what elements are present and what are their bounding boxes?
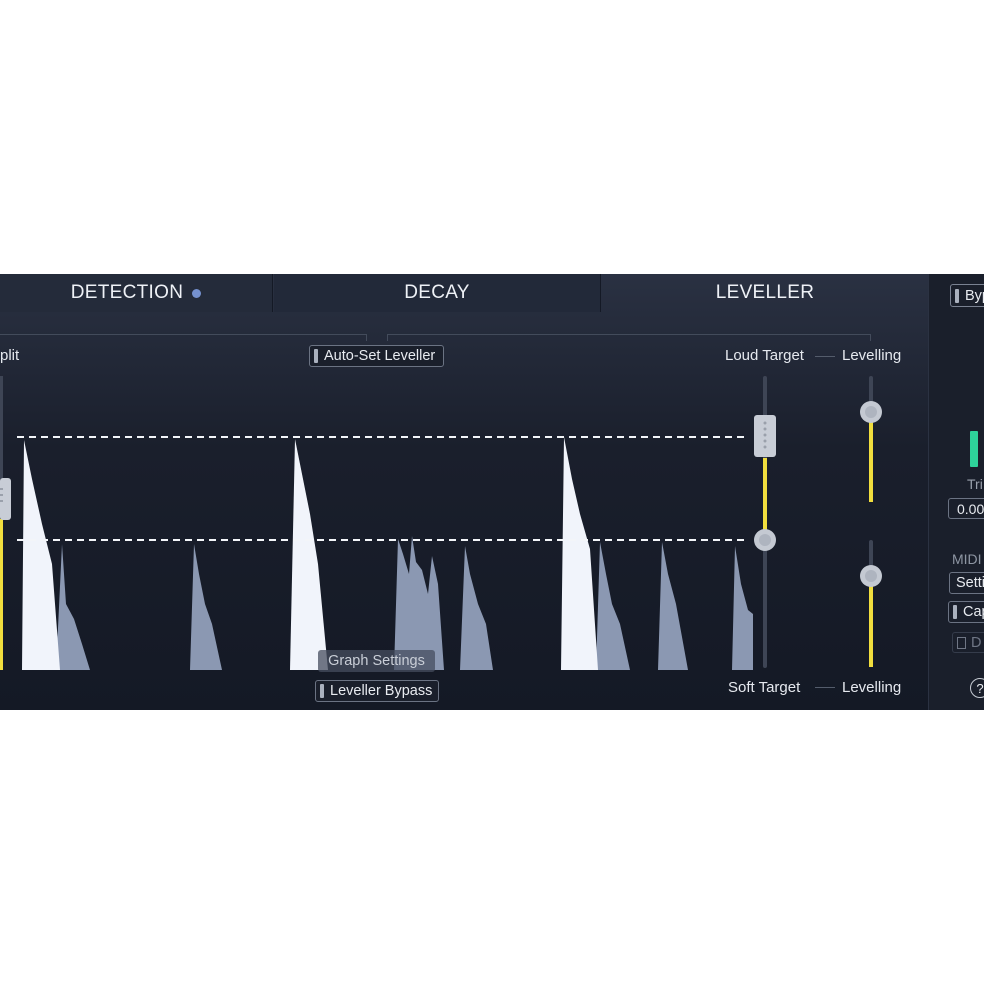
trim-label: Tri bbox=[967, 476, 983, 492]
waveform-dim-peak bbox=[596, 542, 630, 670]
graph-settings-button[interactable]: Graph Settings bbox=[318, 650, 435, 672]
leveller-plugin-window: DETECTION DECAY LEVELLER plit Auto-Set L… bbox=[0, 274, 984, 710]
waveform-dim-peak bbox=[460, 546, 493, 670]
leveller-bypass-label: Leveller Bypass bbox=[330, 683, 433, 699]
midi-doc-label: D bbox=[971, 634, 982, 651]
toggle-indicator-icon bbox=[320, 684, 324, 698]
target-slider-range bbox=[763, 458, 767, 540]
toggle-indicator-icon bbox=[953, 605, 957, 619]
output-meter bbox=[970, 431, 978, 467]
midi-capture-button[interactable]: Cap bbox=[948, 601, 984, 623]
bypass-label: Byp bbox=[965, 287, 984, 304]
levelling-bottom-fill bbox=[869, 576, 873, 667]
midi-settings-button[interactable]: Setti bbox=[949, 572, 984, 594]
midi-label: MIDI bbox=[952, 551, 982, 567]
waveform-bright-peak bbox=[561, 437, 598, 670]
midi-capture-label: Cap bbox=[963, 604, 984, 620]
help-icon: ? bbox=[976, 680, 984, 696]
toggle-indicator-icon bbox=[955, 288, 959, 303]
global-sidebar: Byp Tri 0.00 MIDI Setti Cap D ? bbox=[928, 274, 984, 710]
waveform-dim-peak bbox=[732, 546, 753, 670]
waveform-dim-peak bbox=[658, 542, 688, 670]
waveform-dim-peak bbox=[56, 544, 90, 670]
leveller-graph bbox=[0, 376, 882, 670]
waveform-bright-peak bbox=[22, 440, 60, 670]
waveform-dim-peak bbox=[190, 544, 222, 670]
trim-value-field[interactable]: 0.00 bbox=[948, 498, 984, 519]
split-slider-fill bbox=[0, 519, 3, 670]
waveform-bright bbox=[22, 437, 598, 670]
midi-doc-button[interactable]: D bbox=[952, 632, 984, 653]
split-slider-handle[interactable] bbox=[0, 478, 11, 520]
document-icon bbox=[957, 636, 966, 649]
graph-settings-label: Graph Settings bbox=[328, 653, 425, 669]
help-button[interactable]: ? bbox=[970, 678, 984, 698]
bypass-button[interactable]: Byp bbox=[950, 284, 984, 307]
leveller-bypass-button[interactable]: Leveller Bypass bbox=[315, 680, 439, 702]
waveform-bright-peak bbox=[290, 439, 328, 670]
trim-value: 0.00 bbox=[957, 500, 984, 517]
levelling-top-fill bbox=[869, 412, 873, 502]
midi-settings-label: Setti bbox=[956, 575, 984, 591]
